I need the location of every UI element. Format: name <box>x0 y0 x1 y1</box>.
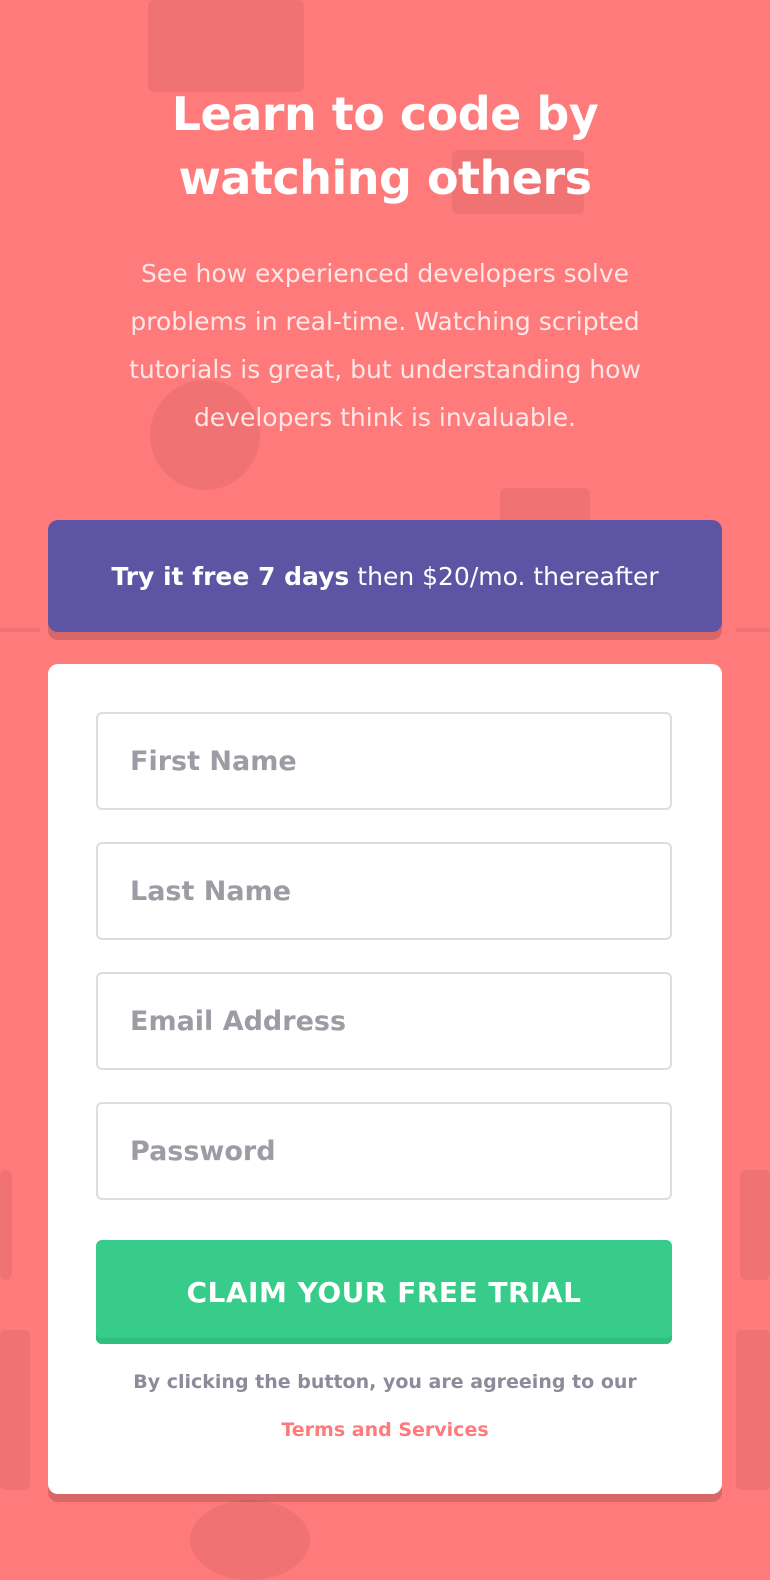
terms-text: By clicking the button, you are agreeing… <box>133 1371 637 1393</box>
signup-form: CLAIM YOUR FREE TRIAL By clicking the bu… <box>48 664 722 1494</box>
last-name-input[interactable] <box>98 844 670 938</box>
page-title: Learn to code by watching others <box>171 87 599 205</box>
email-field-wrapper <box>96 972 672 1070</box>
hero-section: Learn to code by watching others See how… <box>0 82 770 442</box>
last-name-field-wrapper <box>96 842 672 940</box>
terms-link[interactable]: Terms and Services <box>48 1406 722 1454</box>
page-description: See how experienced developers solve pro… <box>129 259 641 432</box>
first-name-input[interactable] <box>98 714 670 808</box>
email-input[interactable] <box>98 974 670 1068</box>
trial-offer-price: then $20/mo. thereafter <box>357 561 659 591</box>
claim-free-trial-button[interactable]: CLAIM YOUR FREE TRIAL <box>96 1240 672 1344</box>
trial-offer-banner: Try it free 7 days then $20/mo. thereaft… <box>48 520 722 632</box>
trial-offer-highlight: Try it free 7 days <box>111 561 350 591</box>
password-input[interactable] <box>98 1104 670 1198</box>
password-field-wrapper <box>96 1102 672 1200</box>
terms-notice: By clicking the button, you are agreeing… <box>48 1358 722 1454</box>
first-name-field-wrapper <box>96 712 672 810</box>
